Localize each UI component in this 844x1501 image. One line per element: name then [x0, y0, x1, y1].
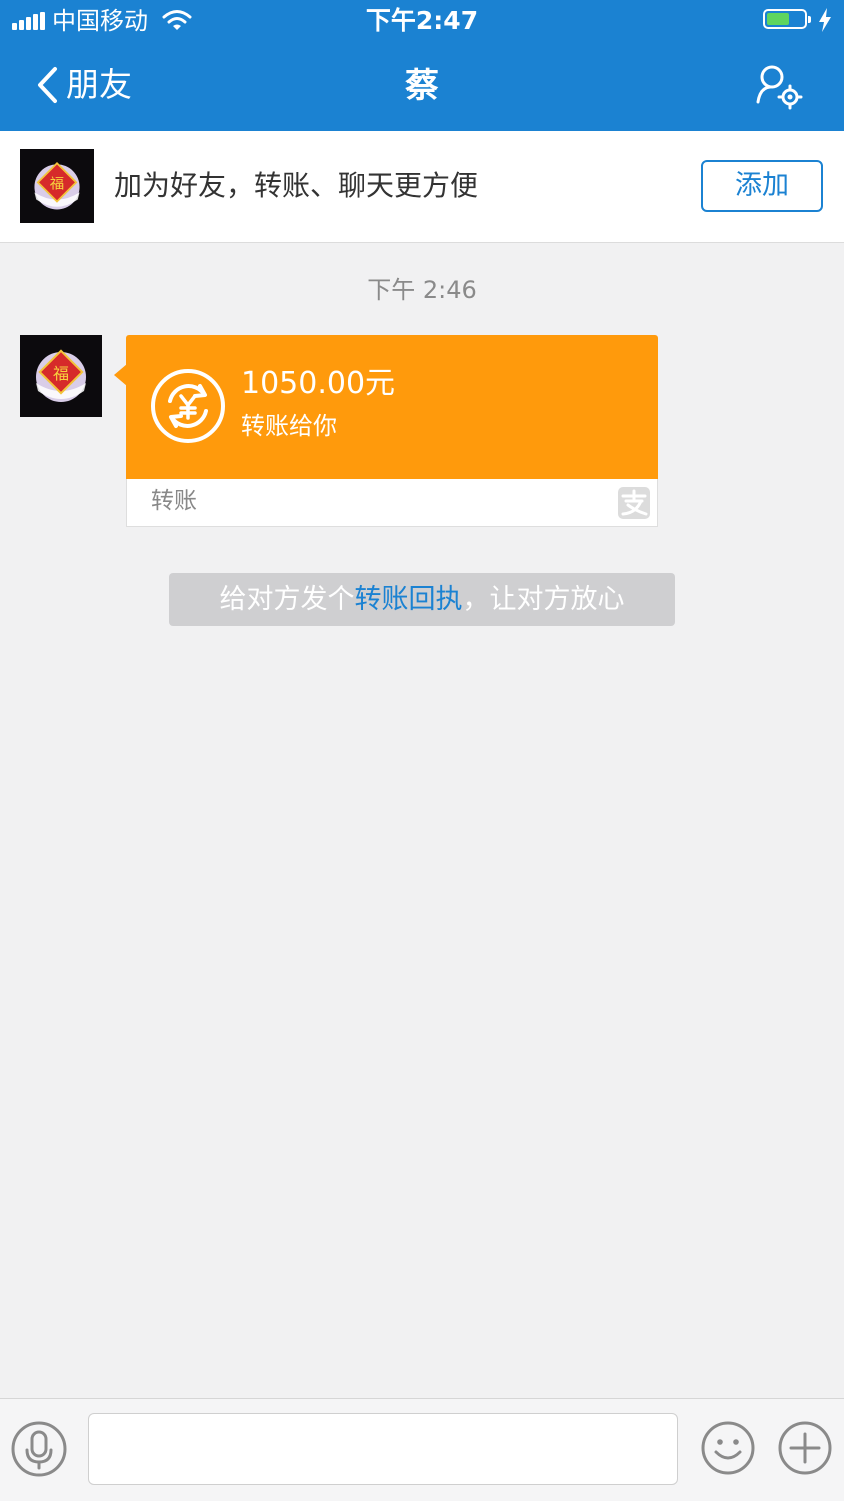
add-friend-text: 加为好友，转账、聊天更方便: [114, 169, 479, 202]
profile-settings-button[interactable]: [752, 64, 808, 112]
avatar-text: 福: [53, 364, 69, 383]
add-friend-banner: 福 加为好友，转账、聊天更方便 添加: [0, 131, 844, 243]
avatar-text: 福: [50, 176, 64, 193]
transfer-footer-label: 转账: [151, 488, 197, 514]
transfer-message-card[interactable]: 1050.00元 转账给你 转账: [126, 335, 658, 527]
message-input[interactable]: [88, 1413, 678, 1485]
add-friend-button[interactable]: 添加: [701, 160, 823, 212]
profile-settings-icon: [756, 65, 803, 110]
receipt-tip-suffix: ，让对方放心: [462, 584, 625, 615]
receipt-tip-prefix: 给对方发个: [219, 584, 355, 615]
avatar[interactable]: 福: [20, 149, 94, 223]
fu-avatar-image: 福: [34, 161, 80, 210]
sender-avatar[interactable]: 福: [20, 335, 102, 417]
status-time: 下午2:47: [365, 6, 479, 35]
alipay-icon: [618, 487, 650, 519]
microphone-icon[interactable]: [10, 1420, 68, 1478]
top-bar: 中国移动 下午2:47 朋友 蔡: [0, 0, 844, 131]
transfer-card-footer: 转账: [126, 479, 658, 527]
status-bar: 中国移动 下午2:47: [0, 0, 844, 44]
transfer-subtitle: 转账给你: [241, 412, 337, 440]
fu-avatar-image: 福: [36, 349, 86, 402]
message-input-bar: [0, 1398, 844, 1501]
plus-icon[interactable]: [777, 1420, 833, 1476]
transfer-amount: 1050.00元: [241, 366, 396, 401]
battery-icon: [763, 9, 811, 31]
chat-title: 蔡: [405, 66, 439, 106]
transfer-receipt-tip: 给对方发个转账回执，让对方放心: [169, 573, 675, 626]
message-timestamp: 下午 2:46: [367, 276, 477, 304]
charging-icon: [819, 8, 831, 32]
transfer-receipt-link[interactable]: 转账回执: [355, 584, 463, 615]
navigation-bar: 朋友 蔡: [0, 44, 844, 131]
smiley-icon[interactable]: [700, 1420, 756, 1476]
transfer-card-body: 1050.00元 转账给你: [126, 335, 658, 479]
yuan-transfer-icon: [151, 369, 225, 443]
